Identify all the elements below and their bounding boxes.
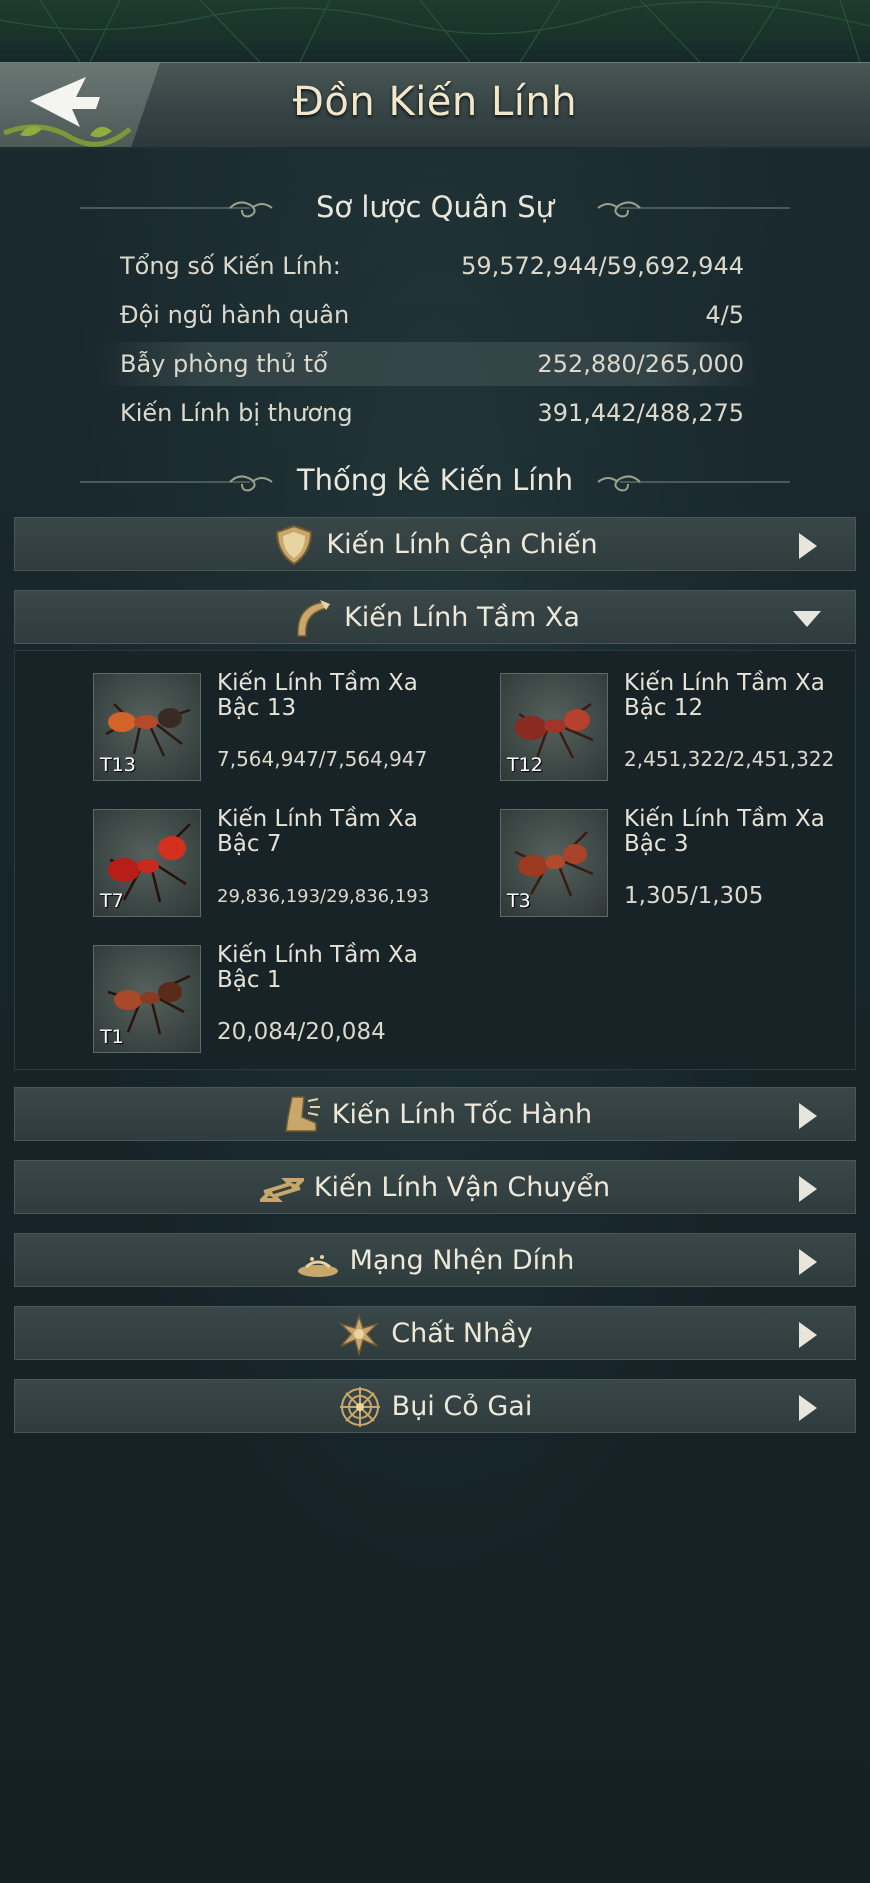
stat-value: 59,572,944/59,692,944 (461, 252, 744, 280)
unit-card-t7: T7 Kiến Lính Tầm Xa Bậc 7 29,836,193/29,… (93, 807, 493, 921)
category-label: Kiến Lính Vận Chuyển (313, 1172, 611, 1203)
category-transport[interactable]: Kiến Lính Vận Chuyển (14, 1160, 856, 1214)
stat-label: Tổng số Kiến Lính: (120, 252, 341, 280)
stat-value: 4/5 (705, 301, 744, 329)
category-thorn-bush[interactable]: Bụi Cỏ Gai (14, 1379, 856, 1433)
unit-name: Kiến Lính Tầm Xa Bậc 3 (624, 807, 870, 857)
unit-name: Kiến Lính Tầm Xa Bậc 12 (624, 671, 870, 721)
unit-rank: Bậc 1 (217, 967, 282, 993)
unit-name-line: Kiến Lính Tầm Xa (217, 670, 418, 696)
unit-count: 7,564,947/7,564,947 (217, 747, 428, 771)
expand-arrow-icon (799, 1395, 817, 1421)
unit-count: 20,084/20,084 (217, 1019, 386, 1045)
stat-row-march-queues: Đội ngũ hành quân 4/5 (100, 293, 760, 337)
unit-rank: Bậc 7 (217, 831, 282, 857)
tier-label: T1 (100, 1026, 124, 1048)
tier-label: T3 (507, 890, 531, 912)
stat-label: Đội ngũ hành quân (120, 301, 350, 329)
stats-title: Thống kê Kiến Lính (296, 463, 574, 497)
stat-row-nest-traps: Bẫy phòng thủ tổ 252,880/265,000 (100, 342, 760, 386)
unit-name-line: Kiến Lính Tầm Xa (217, 942, 418, 968)
page-title: Đồn Kiến Lính (292, 79, 578, 125)
category-melee[interactable]: Kiến Lính Cận Chiến (14, 517, 856, 571)
stat-value: 391,442/488,275 (537, 399, 744, 427)
expand-arrow-icon (799, 1322, 817, 1348)
transport-icon (259, 1178, 304, 1202)
unit-card-t3: T3 Kiến Lính Tầm Xa Bậc 3 1,305/1,305 (500, 807, 870, 921)
unit-thumbnail[interactable]: T3 (500, 809, 608, 917)
category-speed[interactable]: Kiến Lính Tốc Hành (14, 1087, 856, 1141)
unit-thumbnail[interactable]: T13 (93, 673, 201, 781)
unit-name: Kiến Lính Tầm Xa Bậc 1 (217, 943, 487, 993)
unit-thumbnail[interactable]: T12 (500, 673, 608, 781)
unit-thumbnail[interactable]: T1 (93, 945, 201, 1053)
category-label: Chất Nhầy (391, 1318, 533, 1349)
stat-row-total-troops: Tổng số Kiến Lính: 59,572,944/59,692,944 (100, 244, 760, 288)
unit-name-line: Kiến Lính Tầm Xa (624, 806, 825, 832)
boot-icon (284, 1096, 320, 1132)
unit-card-t12: T12 Kiến Lính Tầm Xa Bậc 12 2,451,322/2,… (500, 671, 870, 785)
category-slime[interactable]: Chất Nhầy (14, 1306, 856, 1360)
unit-name-line: Kiến Lính Tầm Xa (217, 806, 418, 832)
category-label: Kiến Lính Tầm Xa (344, 602, 580, 633)
collapse-arrow-icon (793, 611, 821, 627)
unit-count: 2,451,322/2,451,322 (624, 747, 835, 771)
stat-row-wounded: Kiến Lính bị thương 391,442/488,275 (100, 391, 760, 435)
overview-title: Sơ lược Quân Sự (315, 190, 555, 224)
unit-rank: Bậc 13 (217, 695, 297, 721)
bow-icon (297, 600, 331, 637)
unit-thumbnail[interactable]: T7 (93, 809, 201, 917)
unit-card-t13: T13 Kiến Lính Tầm Xa Bậc 13 7,564,947/7,… (93, 671, 493, 785)
unit-name-line: Kiến Lính Tầm Xa (624, 670, 825, 696)
shield-icon (276, 524, 313, 566)
unit-name: Kiến Lính Tầm Xa Bậc 13 (217, 671, 487, 721)
tier-label: T7 (100, 890, 124, 912)
category-label: Kiến Lính Cận Chiến (326, 529, 598, 560)
tier-label: T13 (100, 754, 136, 776)
stat-label: Bẫy phòng thủ tổ (120, 350, 328, 378)
expand-arrow-icon (799, 1103, 817, 1129)
unit-card-t1: T1 Kiến Lính Tầm Xa Bậc 1 20,084/20,084 (93, 943, 493, 1057)
header-bar: Đồn Kiến Lính (0, 62, 870, 149)
web-trap-icon (297, 1255, 338, 1277)
unit-count: 1,305/1,305 (624, 883, 764, 909)
category-label: Kiến Lính Tốc Hành (331, 1099, 593, 1130)
category-label: Bụi Cỏ Gai (391, 1391, 533, 1422)
ranged-units-panel: T13 Kiến Lính Tầm Xa Bậc 13 7,564,947/7,… (14, 650, 856, 1070)
stat-label: Kiến Lính bị thương (120, 399, 353, 427)
expand-arrow-icon (799, 1176, 817, 1202)
unit-rank: Bậc 12 (624, 695, 704, 721)
top-foliage-strip (0, 0, 870, 62)
category-ranged[interactable]: Kiến Lính Tầm Xa (14, 590, 856, 644)
stat-value: 252,880/265,000 (537, 350, 744, 378)
category-sticky-web[interactable]: Mạng Nhện Dính (14, 1233, 856, 1287)
expand-arrow-icon (799, 1249, 817, 1275)
unit-rank: Bậc 3 (624, 831, 689, 857)
unit-count: 29,836,193/29,836,193 (217, 886, 430, 907)
unit-name: Kiến Lính Tầm Xa Bậc 7 (217, 807, 487, 857)
category-label: Mạng Nhện Dính (349, 1245, 575, 1276)
slime-icon (338, 1313, 380, 1356)
expand-arrow-icon (799, 533, 817, 559)
thorn-bush-icon (339, 1387, 380, 1427)
tier-label: T12 (507, 754, 543, 776)
